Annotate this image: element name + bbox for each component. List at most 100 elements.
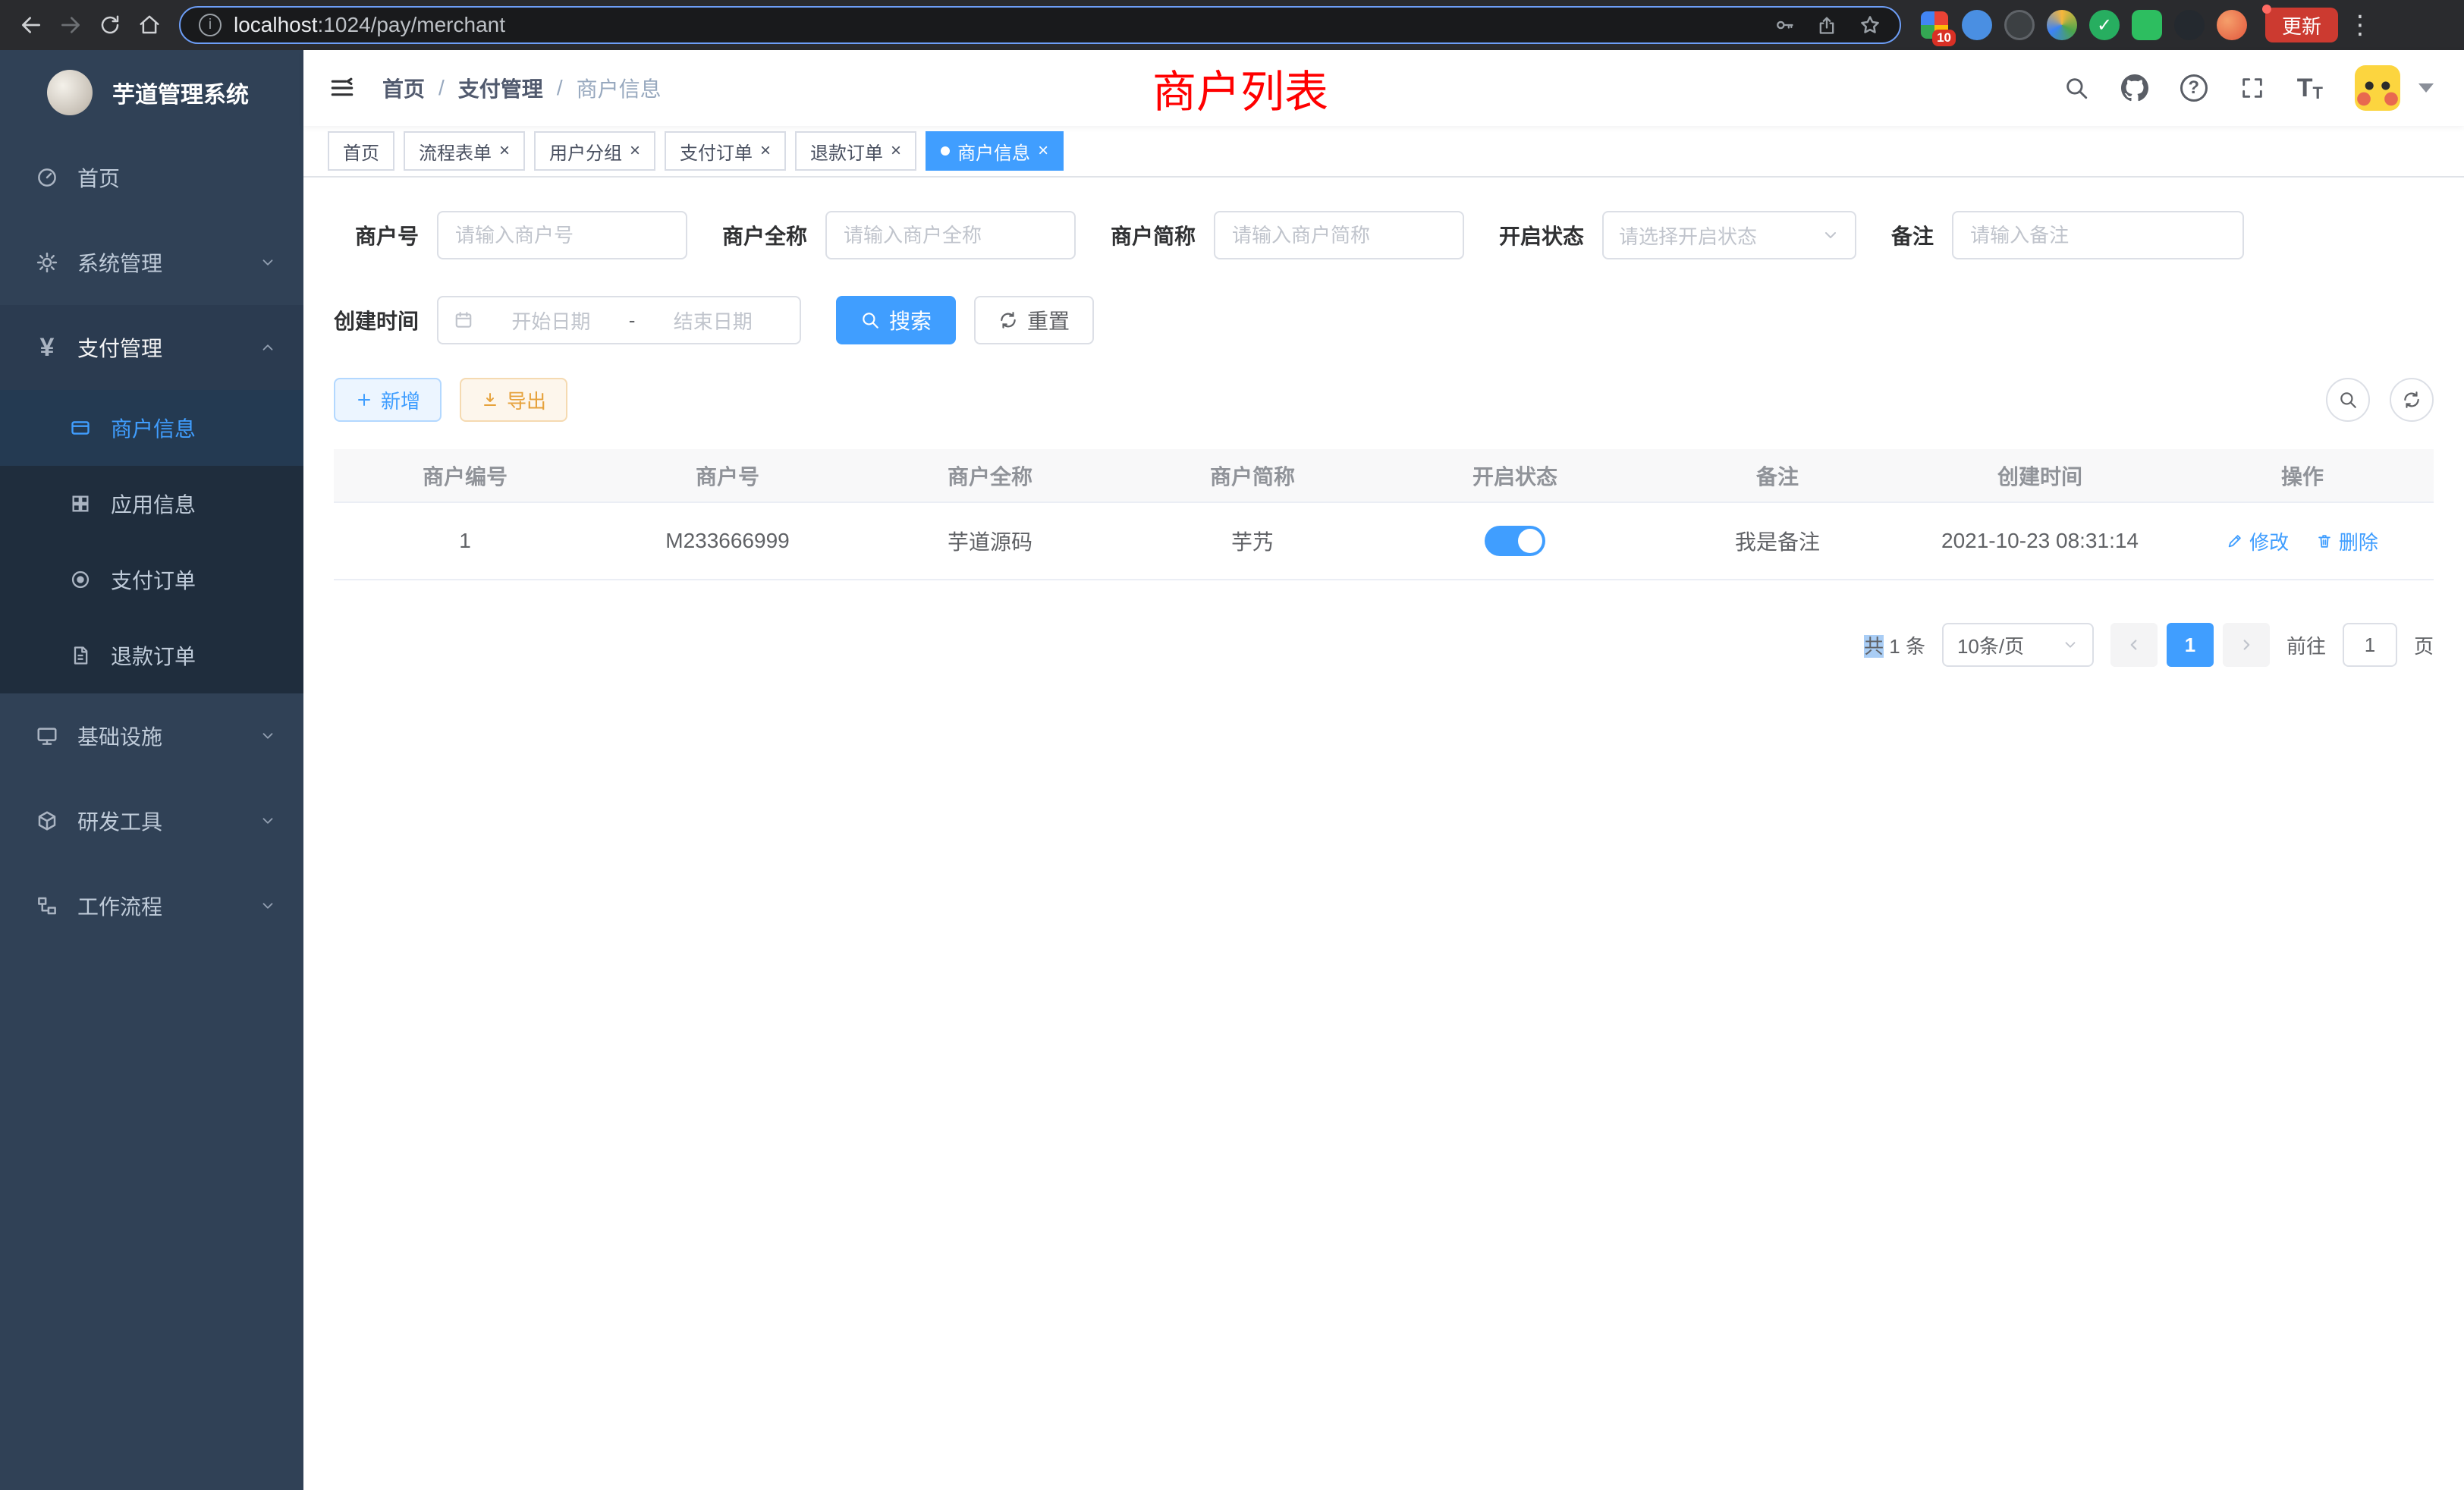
active-dot <box>941 146 950 156</box>
sidebar-item-workflow[interactable]: 工作流程 <box>0 863 303 948</box>
edit-link[interactable]: 修改 <box>2227 527 2289 555</box>
browser-menu-icon[interactable]: ⋮ <box>2343 8 2378 42</box>
hide-search-icon[interactable] <box>2326 378 2370 422</box>
forward-icon[interactable] <box>53 8 88 42</box>
tab-refund-orders[interactable]: 退款订单 × <box>795 131 916 171</box>
status-select[interactable]: 请选择开启状态 <box>1602 211 1856 259</box>
filter-label: 商户全称 <box>722 220 807 250</box>
reset-button[interactable]: 重置 <box>974 296 1094 344</box>
site-info-icon[interactable]: i <box>199 14 222 36</box>
status-toggle[interactable] <box>1485 526 1545 556</box>
prev-page-button[interactable] <box>2110 623 2158 667</box>
full-name-input[interactable] <box>825 211 1076 259</box>
tab-merchant-info[interactable]: 商户信息 × <box>926 131 1064 171</box>
extension-github-icon[interactable] <box>2174 10 2205 40</box>
share-icon[interactable] <box>1816 14 1837 36</box>
search-button[interactable]: 搜索 <box>836 296 956 344</box>
hamburger-icon[interactable] <box>328 74 357 102</box>
sidebar-item-infrastructure[interactable]: 基础设施 <box>0 693 303 778</box>
page-1-button[interactable]: 1 <box>2167 623 2214 667</box>
extension-blue-icon[interactable] <box>1962 10 1992 40</box>
sidebar-item-payment-orders[interactable]: 支付订单 <box>0 542 303 618</box>
extension-dark-icon[interactable] <box>2004 10 2035 40</box>
merchant-table: 商户编号 商户号 商户全称 商户简称 开启状态 备注 创建时间 操作 1 M23… <box>334 449 2434 580</box>
close-icon[interactable]: × <box>891 142 901 160</box>
tab-payment-orders[interactable]: 支付订单 × <box>665 131 786 171</box>
bookmark-star-icon[interactable] <box>1859 14 1881 36</box>
cell-full-name: 芋道源码 <box>859 502 1121 580</box>
delete-link-label: 删除 <box>2339 527 2378 555</box>
search-button-label: 搜索 <box>889 305 932 335</box>
refresh-table-icon[interactable] <box>2390 378 2434 422</box>
extension-green-square-icon[interactable] <box>2132 10 2162 40</box>
cell-status <box>1384 502 1646 580</box>
extension-check-icon[interactable]: ✓ <box>2089 10 2120 40</box>
reload-icon[interactable] <box>93 8 127 42</box>
goto-page-input[interactable] <box>2343 623 2397 667</box>
home-icon[interactable] <box>132 8 167 42</box>
sidebar-item-label: 首页 <box>77 162 120 193</box>
browser-update-button[interactable]: 更新 <box>2265 8 2338 42</box>
font-size-icon[interactable]: TT <box>2297 74 2323 103</box>
export-button[interactable]: 导出 <box>460 378 567 422</box>
app-root: 芋道管理系统 首页 系统管理 ¥ 支付管理 <box>0 50 2464 1490</box>
sidebar-item-merchant-info[interactable]: 商户信息 <box>0 390 303 466</box>
close-icon[interactable]: × <box>1038 142 1048 160</box>
sidebar-item-dev-tools[interactable]: 研发工具 <box>0 778 303 863</box>
edit-icon <box>2227 533 2243 549</box>
address-bar[interactable]: i localhost:1024/pay/merchant <box>179 6 1901 44</box>
back-icon[interactable] <box>14 8 49 42</box>
page-size-select[interactable]: 10条/页 <box>1942 623 2094 667</box>
address-bar-tools <box>1774 14 1881 36</box>
column-header: 商户全称 <box>859 449 1121 502</box>
sidebar-item-system[interactable]: 系统管理 <box>0 220 303 305</box>
password-key-icon[interactable] <box>1774 14 1795 36</box>
next-page-button[interactable] <box>2223 623 2270 667</box>
extension-avatar-icon[interactable] <box>2047 10 2077 40</box>
avatar[interactable] <box>2355 65 2400 111</box>
end-date-placeholder: 结束日期 <box>641 306 784 335</box>
github-icon[interactable] <box>2121 74 2148 102</box>
tab-home[interactable]: 首页 <box>328 131 394 171</box>
tab-user-group[interactable]: 用户分组 × <box>534 131 655 171</box>
sidebar-item-app-info[interactable]: 应用信息 <box>0 466 303 542</box>
sidebar-item-payment[interactable]: ¥ 支付管理 <box>0 305 303 390</box>
filter-label: 商户简称 <box>1111 220 1196 250</box>
pagination: 共 1 条 10条/页 1 前往 页 <box>334 623 2434 667</box>
circle-dot-icon <box>64 569 97 590</box>
tab-label: 首页 <box>343 138 379 165</box>
sidebar-item-label: 基础设施 <box>77 721 162 751</box>
close-icon[interactable]: × <box>630 142 640 160</box>
extension-grid-icon[interactable]: 10 <box>1919 10 1950 40</box>
filter-label: 创建时间 <box>334 305 419 335</box>
breadcrumb-payment[interactable]: 支付管理 <box>458 73 543 103</box>
fullscreen-icon[interactable] <box>2239 75 2265 101</box>
short-name-input[interactable] <box>1214 211 1464 259</box>
caret-down-icon[interactable] <box>2418 83 2434 93</box>
sidebar-item-refund-orders[interactable]: 退款订单 <box>0 618 303 693</box>
close-icon[interactable]: × <box>760 142 771 160</box>
breadcrumb-home[interactable]: 首页 <box>382 73 425 103</box>
trash-icon <box>2316 533 2333 549</box>
cell-short-name: 芋艿 <box>1121 502 1384 580</box>
close-icon[interactable]: × <box>499 142 510 160</box>
add-button[interactable]: 新增 <box>334 378 442 422</box>
tab-process-form[interactable]: 流程表单 × <box>404 131 525 171</box>
extension-orange-icon[interactable] <box>2217 10 2247 40</box>
page-unit-label: 页 <box>2414 631 2434 659</box>
sidebar-item-label: 支付管理 <box>77 332 162 363</box>
sidebar-item-home[interactable]: 首页 <box>0 135 303 220</box>
toolbar: 新增 导出 <box>334 378 2434 422</box>
start-date-placeholder: 开始日期 <box>479 306 623 335</box>
filter-label: 商户号 <box>334 220 419 250</box>
sidebar-item-label: 商户信息 <box>111 413 196 443</box>
search-icon[interactable] <box>2063 75 2089 101</box>
help-icon[interactable]: ? <box>2180 74 2208 102</box>
column-header: 操作 <box>2171 449 2434 502</box>
export-button-label: 导出 <box>507 386 546 414</box>
merchant-no-input[interactable] <box>437 211 687 259</box>
filter-row-2: 创建时间 开始日期 - 结束日期 搜索 重置 <box>334 296 2434 344</box>
delete-link[interactable]: 删除 <box>2316 527 2378 555</box>
date-range-picker[interactable]: 开始日期 - 结束日期 <box>437 296 801 344</box>
remark-input[interactable] <box>1952 211 2244 259</box>
